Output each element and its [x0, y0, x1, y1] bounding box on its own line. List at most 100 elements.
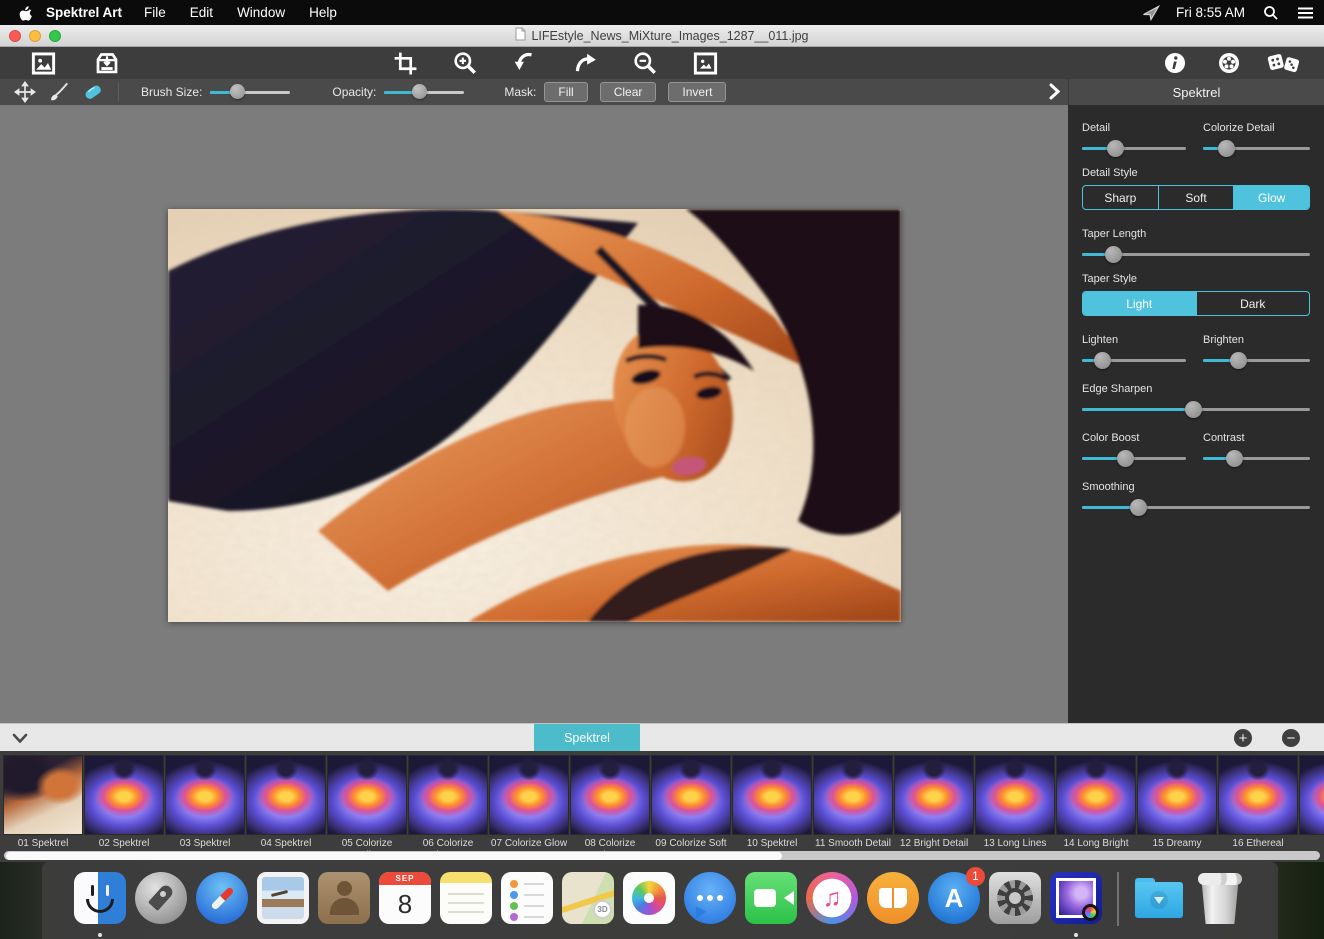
randomize-dice-button[interactable]: [1266, 48, 1300, 78]
dock-photos-icon[interactable]: [619, 872, 680, 938]
mask-invert-button[interactable]: Invert: [668, 82, 726, 102]
preset-image[interactable]: [1056, 755, 1136, 835]
preset-image[interactable]: [894, 755, 974, 835]
eraser-tool-button[interactable]: [76, 80, 110, 104]
zoom-in-button[interactable]: [448, 48, 482, 78]
image-canvas[interactable]: [0, 105, 1068, 723]
preset-thumbnail[interactable]: 05 Colorize Medium: [327, 755, 407, 861]
move-tool-button[interactable]: [8, 80, 42, 104]
location-arrow-icon[interactable]: [1142, 5, 1160, 21]
preset-thumbnail[interactable]: 08 Colorize Sharp: [570, 755, 650, 861]
preset-thumbnail[interactable]: 14 Long Bright: [1056, 755, 1136, 861]
dock-safari-icon[interactable]: [192, 872, 253, 938]
preset-image[interactable]: [1299, 755, 1324, 835]
detail-slider[interactable]: [1082, 140, 1186, 157]
notification-center-icon[interactable]: [1297, 6, 1314, 20]
preset-thumbnail[interactable]: 07 Colorize Glow: [489, 755, 569, 861]
dock-calendar-icon[interactable]: SEP8: [375, 872, 436, 938]
dock-maps-icon[interactable]: 3D: [558, 872, 619, 938]
dock-notes-icon[interactable]: [436, 872, 497, 938]
brush-tool-button[interactable]: [42, 80, 76, 104]
preset-image[interactable]: [84, 755, 164, 835]
menu-clock[interactable]: Fri 8:55 AM: [1176, 5, 1245, 20]
preset-scrollbar[interactable]: [4, 851, 1320, 860]
dock-contacts-icon[interactable]: [314, 872, 375, 938]
dock-mail-icon[interactable]: [253, 872, 314, 938]
spotlight-search-icon[interactable]: [1263, 5, 1279, 21]
preset-image[interactable]: [489, 755, 569, 835]
apple-menu-icon[interactable]: [18, 5, 32, 21]
lighten-slider[interactable]: [1082, 352, 1186, 369]
preset-thumbnail[interactable]: 16 Ethereal: [1218, 755, 1298, 861]
preset-image[interactable]: [1137, 755, 1217, 835]
preset-thumbnail[interactable]: 02 Spektrel: [84, 755, 164, 861]
undo-button[interactable]: [508, 48, 542, 78]
segment-option-dark[interactable]: Dark: [1197, 292, 1310, 315]
segment-option-sharp[interactable]: Sharp: [1083, 186, 1159, 209]
dock-downloads-icon[interactable]: [1129, 872, 1190, 938]
dock-reminders-icon[interactable]: [497, 872, 558, 938]
preset-thumbnail[interactable]: 06 Colorize Abstract: [408, 755, 488, 861]
dock-spektrel-icon[interactable]: [1046, 872, 1107, 938]
color-boost-slider[interactable]: [1082, 450, 1186, 467]
minimize-window-button[interactable]: [29, 30, 41, 42]
add-preset-button[interactable]: +: [1234, 729, 1252, 747]
preset-thumbnail[interactable]: 17 E: [1299, 755, 1324, 861]
preset-thumbnail[interactable]: 10 Spektrel: [732, 755, 812, 861]
dock-itunes-icon[interactable]: [802, 872, 863, 938]
segment-option-soft[interactable]: Soft: [1159, 186, 1235, 209]
app-menu-title[interactable]: Spektrel Art: [46, 5, 122, 20]
dock-sysprefs-icon[interactable]: [985, 872, 1046, 938]
preset-image[interactable]: [570, 755, 650, 835]
preset-thumbnail[interactable]: 03 Spektrel: [165, 755, 245, 861]
preset-image[interactable]: [651, 755, 731, 835]
colorize-detail-slider[interactable]: [1203, 140, 1310, 157]
edge-sharpen-slider[interactable]: [1082, 401, 1310, 418]
preset-image[interactable]: [3, 755, 83, 835]
preset-image[interactable]: [813, 755, 893, 835]
crop-tool-button[interactable]: [388, 48, 422, 78]
menu-help[interactable]: Help: [309, 5, 337, 20]
brighten-slider[interactable]: [1203, 352, 1310, 369]
dock-ibooks-icon[interactable]: [863, 872, 924, 938]
preset-image[interactable]: [327, 755, 407, 835]
mask-clear-button[interactable]: Clear: [600, 82, 657, 102]
preset-image[interactable]: [165, 755, 245, 835]
smoothing-slider[interactable]: [1082, 499, 1310, 516]
mask-fill-button[interactable]: Fill: [544, 82, 587, 102]
close-window-button[interactable]: [9, 30, 21, 42]
opacity-slider[interactable]: [384, 84, 464, 100]
preview-original-button[interactable]: [688, 48, 722, 78]
settings-button[interactable]: [1212, 48, 1246, 78]
segment-option-glow[interactable]: Glow: [1234, 186, 1309, 209]
preset-image[interactable]: [975, 755, 1055, 835]
preset-image[interactable]: [732, 755, 812, 835]
menu-edit[interactable]: Edit: [190, 5, 213, 20]
preset-thumbnail[interactable]: 01 Spektrel: [3, 755, 83, 861]
preset-thumbnail[interactable]: 12 Bright Detail: [894, 755, 974, 861]
dock-trash-icon[interactable]: [1190, 872, 1251, 938]
collapse-strip-chevron[interactable]: [12, 731, 28, 749]
dock-appstore-icon[interactable]: 1: [924, 872, 985, 938]
dock-finder-icon[interactable]: [70, 872, 131, 938]
preset-thumbnail[interactable]: 11 Smooth Detail: [813, 755, 893, 861]
remove-preset-button[interactable]: −: [1282, 729, 1300, 747]
open-image-button[interactable]: [26, 48, 60, 78]
edited-photo[interactable]: [168, 209, 901, 622]
redo-button[interactable]: [568, 48, 602, 78]
segment-option-light[interactable]: Light: [1083, 292, 1197, 315]
preset-thumbnail[interactable]: 09 Colorize Soft: [651, 755, 731, 861]
save-image-button[interactable]: [90, 48, 124, 78]
preset-thumbnail[interactable]: 13 Long Lines: [975, 755, 1055, 861]
menu-window[interactable]: Window: [237, 5, 285, 20]
menu-file[interactable]: File: [144, 5, 166, 20]
info-button[interactable]: [1158, 48, 1192, 78]
panel-collapse-chevron[interactable]: [1049, 83, 1060, 105]
dock-facetime-icon[interactable]: [741, 872, 802, 938]
preset-image[interactable]: [246, 755, 326, 835]
dock-messages-icon[interactable]: [680, 872, 741, 938]
preset-thumbnail[interactable]: 04 Spektrel: [246, 755, 326, 861]
taper-length-slider[interactable]: [1082, 246, 1310, 263]
preset-category-tab[interactable]: Spektrel: [534, 724, 640, 751]
zoom-out-button[interactable]: [628, 48, 662, 78]
